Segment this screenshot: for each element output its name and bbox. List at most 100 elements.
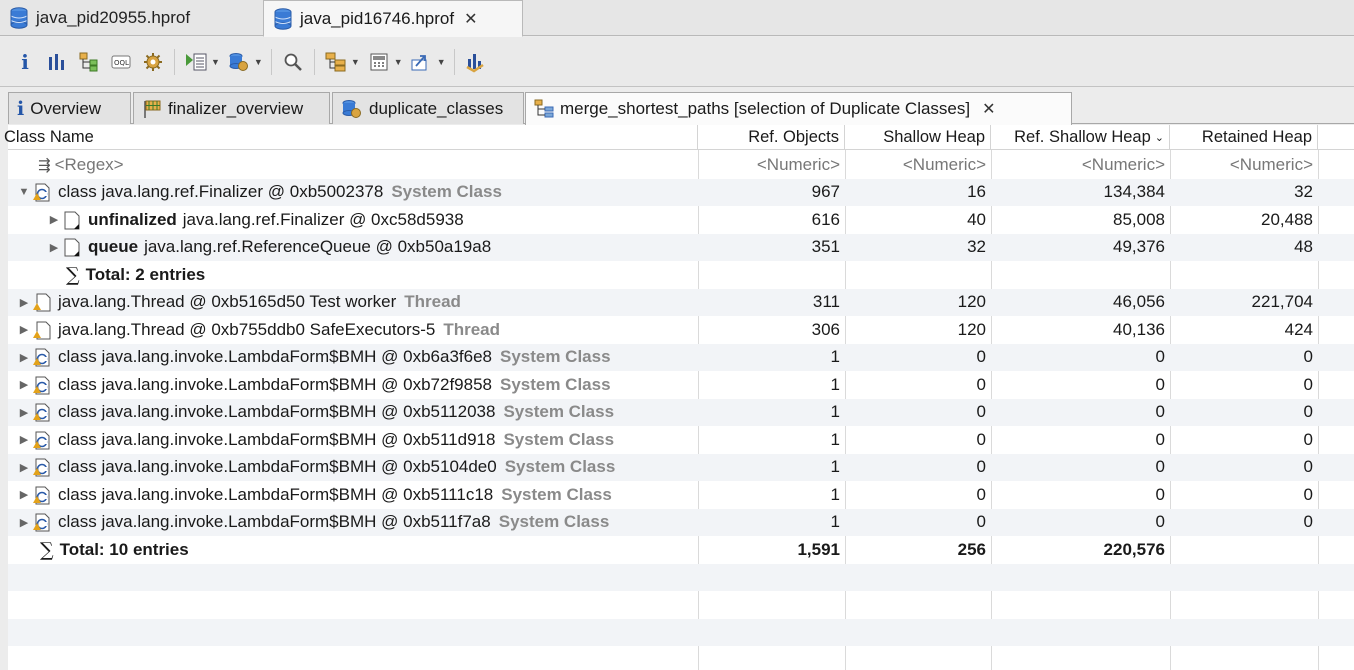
shallow-heap-cell: 40 (967, 209, 986, 229)
shallow-heap-cell: 0 (976, 457, 986, 477)
ref-shallow-heap-cell: 0 (1155, 429, 1165, 449)
retained-heap-cell (1170, 536, 1318, 564)
table-row[interactable]: ▼ class java.lang.ref.Finalizer @ 0xb5002… (8, 178, 1354, 206)
object-type-tag: Thread (404, 292, 461, 312)
chevron-down-icon[interactable]: ▼ (211, 57, 220, 67)
chevron-down-icon[interactable]: ▼ (351, 57, 360, 67)
expand-arrow-icon[interactable]: ▶ (18, 516, 30, 529)
ref-shallow-heap-cell: 40,136 (1113, 319, 1165, 339)
column-header-ref-shallow-heap[interactable]: Ref. Shallow Heap ⌄ (991, 125, 1170, 150)
expand-arrow-icon[interactable]: ▶ (18, 296, 30, 309)
retained-heap-cell: 0 (1303, 374, 1313, 394)
ref-objects-cell: 351 (811, 237, 840, 257)
shallow-heap-cell: 0 (976, 347, 986, 367)
editor-tab-java-pid20955[interactable]: java_pid20955.hprof (0, 0, 256, 36)
total-row: ∑ Total: 10 entries 1,591 256 220,576 (8, 536, 1354, 564)
retained-heap-cell: 424 (1284, 319, 1313, 339)
query-browser-icon (341, 99, 363, 119)
chevron-down-icon[interactable]: ▼ (437, 57, 446, 67)
object-label: java.lang.Thread @ 0xb755ddb0 SafeExecut… (58, 319, 436, 339)
field-name: unfinalized (88, 209, 177, 229)
chevron-down-icon[interactable]: ▼ (254, 57, 263, 67)
table-row[interactable]: ▶ class java.lang.invoke.LambdaForm$BMH @… (8, 343, 1354, 371)
class-name-cell: ▶ class java.lang.invoke.LambdaForm$BMH @… (8, 399, 698, 427)
table-row[interactable]: ▶ class java.lang.invoke.LambdaForm$BMH @… (8, 481, 1354, 509)
class-icon (32, 484, 52, 506)
expand-arrow-icon[interactable]: ▶ (18, 488, 30, 501)
table-row[interactable]: ▶ java.lang.Thread @ 0xb755ddb0 SafeExecu… (8, 316, 1354, 344)
close-icon[interactable]: ✕ (982, 99, 995, 119)
expand-arrow-icon[interactable]: ▶ (48, 241, 60, 254)
tab-overview[interactable]: i Overview (8, 92, 131, 124)
chevron-down-icon[interactable]: ▼ (394, 57, 403, 67)
tab-finalizer-overview[interactable]: finalizer_overview (133, 92, 330, 124)
gear-icon[interactable] (140, 49, 166, 75)
expand-arrow-icon[interactable]: ▶ (18, 433, 30, 446)
column-header-class-name[interactable]: Class Name (0, 125, 698, 150)
ref-objects-cell: 1 (830, 402, 840, 422)
regex-filter-input[interactable]: <Regex> (55, 155, 124, 175)
export-icon[interactable] (409, 49, 435, 75)
dominator-tree-icon[interactable] (76, 49, 102, 75)
table-row[interactable]: ▶ class java.lang.invoke.LambdaForm$BMH @… (8, 398, 1354, 427)
tab-merge-shortest-paths[interactable]: merge_shortest_paths [selection of Dupli… (525, 92, 1072, 125)
column-header-ref-objects[interactable]: Ref. Objects (698, 125, 845, 150)
column-header-retained-heap[interactable]: Retained Heap (1170, 125, 1318, 150)
editor-tab-java-pid16746[interactable]: java_pid16746.hprof ✕ (263, 0, 523, 37)
table-row[interactable]: ▶ java.lang.Thread @ 0xb5165d50 Test work… (8, 288, 1354, 317)
flag-icon (142, 99, 162, 119)
class-name-cell: ▶ java.lang.Thread @ 0xb755ddb0 SafeExecu… (8, 316, 698, 344)
expand-arrow-icon[interactable]: ▶ (18, 351, 30, 364)
histogram-icon[interactable] (44, 49, 70, 75)
column-header-shallow-heap[interactable]: Shallow Heap (845, 125, 991, 150)
class-name-cell: ▶ class java.lang.invoke.LambdaForm$BMH @… (8, 481, 698, 509)
table-row[interactable]: ▶ class java.lang.invoke.LambdaForm$BMH @… (8, 453, 1354, 481)
thread-object-icon (32, 319, 52, 341)
numeric-filter-input[interactable]: <Numeric> (1170, 151, 1318, 179)
object-label: java.lang.ref.Finalizer @ 0xc58d5938 (182, 209, 464, 229)
info-icon[interactable]: i (12, 49, 38, 75)
oql-icon[interactable]: OQL (108, 49, 134, 75)
object-label: class java.lang.invoke.LambdaForm$BMH @ … (58, 374, 492, 394)
table-row[interactable]: ▶ class java.lang.invoke.LambdaForm$BMH @… (8, 371, 1354, 399)
calculate-heap-icon[interactable] (366, 49, 392, 75)
expand-arrow-icon[interactable]: ▶ (18, 406, 30, 419)
shallow-heap-cell (845, 261, 991, 289)
table-row[interactable]: ▶ unfinalized java.lang.ref.Finalizer @ 0… (8, 206, 1354, 234)
retained-heap-cell: 0 (1303, 512, 1313, 532)
ref-shallow-heap-cell: 134,384 (1103, 182, 1165, 202)
ref-shallow-heap-cell: 0 (1155, 484, 1165, 504)
table-row[interactable]: ▶ class java.lang.invoke.LambdaForm$BMH @… (8, 426, 1354, 454)
expand-arrow-icon[interactable]: ▶ (18, 378, 30, 391)
numeric-filter-input[interactable]: <Numeric> (845, 151, 991, 179)
shallow-heap-cell: 256 (957, 539, 986, 559)
sigma-icon: ∑ (66, 263, 80, 286)
expand-arrow-icon[interactable]: ▶ (18, 323, 30, 336)
class-name-cell: ▶ java.lang.Thread @ 0xb5165d50 Test work… (8, 289, 698, 317)
tab-duplicate-classes[interactable]: duplicate_classes (332, 92, 524, 124)
numeric-filter-input[interactable]: <Numeric> (698, 151, 845, 179)
table-row[interactable]: ▶ class java.lang.invoke.LambdaForm$BMH @… (8, 508, 1354, 536)
sort-descending-icon[interactable]: ⌄ (1155, 131, 1164, 144)
group-by-icon[interactable] (323, 49, 349, 75)
search-icon[interactable] (280, 49, 306, 75)
numeric-filter-input[interactable]: <Numeric> (991, 151, 1170, 179)
object-type-tag: System Class (504, 457, 616, 477)
editor-tab-label: java_pid20955.hprof (36, 8, 191, 27)
table-row[interactable]: ▶ queue java.lang.ref.ReferenceQueue @ 0x… (8, 233, 1354, 261)
expand-arrow-icon[interactable]: ▶ (48, 213, 60, 226)
ref-shallow-heap-cell: 0 (1155, 374, 1165, 394)
retained-heap-cell: 32 (1294, 182, 1313, 202)
shallow-heap-cell: 16 (967, 182, 986, 202)
close-icon[interactable]: ✕ (464, 9, 477, 29)
empty-row (8, 618, 1354, 646)
retained-heap-cell: 0 (1303, 457, 1313, 477)
collapse-arrow-icon[interactable]: ▼ (18, 186, 30, 198)
heap-bar-icon[interactable] (463, 49, 489, 75)
query-browser-icon[interactable] (226, 49, 252, 75)
ref-objects-cell: 1 (830, 429, 840, 449)
filter-cell-class-name[interactable]: ⇶ <Regex> (8, 151, 698, 179)
expand-arrow-icon[interactable]: ▶ (18, 461, 30, 474)
shallow-heap-cell: 0 (976, 484, 986, 504)
run-report-icon[interactable] (183, 49, 209, 75)
